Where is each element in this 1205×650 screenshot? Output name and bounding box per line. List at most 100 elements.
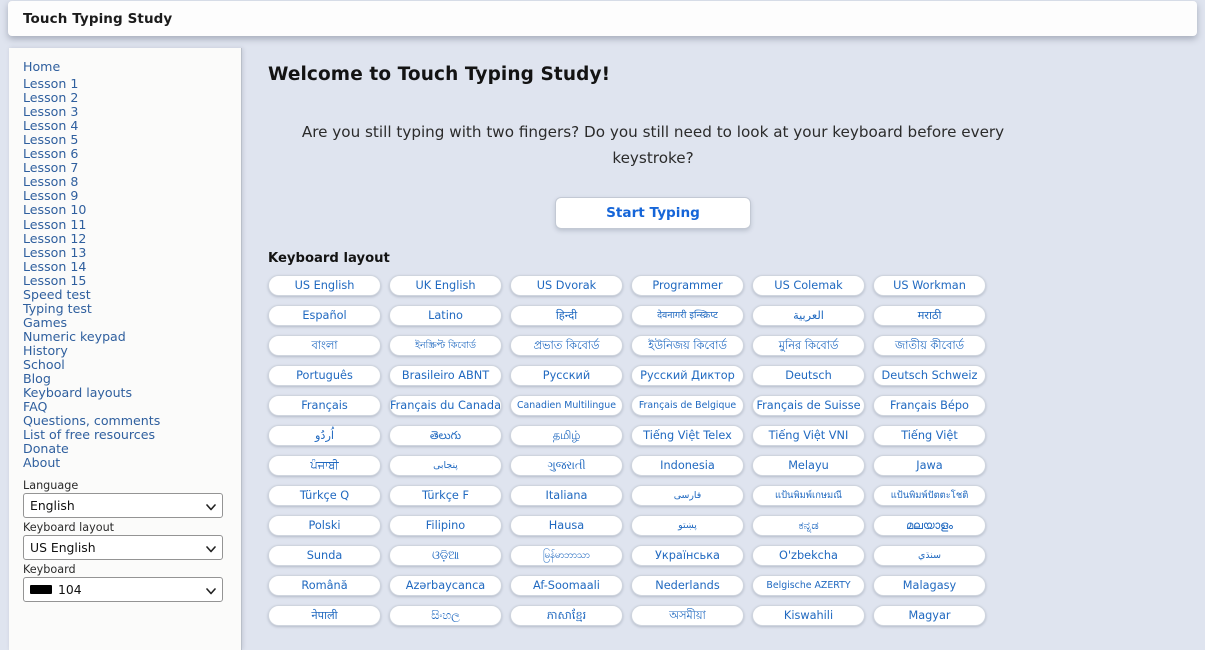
keyboard-layout-button[interactable]: සිංහල <box>389 605 502 626</box>
sidebar-item-lesson-6[interactable]: Lesson 6 <box>23 147 241 161</box>
keyboard-layout-button[interactable]: Italiana <box>510 485 623 506</box>
sidebar-item-speed-test[interactable]: Speed test <box>23 287 241 302</box>
keyboard-layout-button[interactable]: हिन्दी <box>510 305 623 326</box>
sidebar-item-lesson-9[interactable]: Lesson 9 <box>23 189 241 203</box>
sidebar-item-typing-test[interactable]: Typing test <box>23 301 241 316</box>
sidebar-item-questions-comments[interactable]: Questions, comments <box>23 414 241 428</box>
keyboard-layout-button[interactable]: แป้นพิมพ์ปัตตะโชติ <box>873 485 986 506</box>
keyboard-layout-button[interactable]: US Workman <box>873 275 986 296</box>
keyboard-layout-button[interactable]: ਪੰਜਾਬੀ <box>268 455 381 476</box>
sidebar-item-home[interactable]: Home <box>23 59 241 74</box>
sidebar-item-lesson-12[interactable]: Lesson 12 <box>23 231 241 246</box>
keyboard-layout-button[interactable]: ইনস্ক্রিপ্ট কিবোর্ড <box>389 335 502 356</box>
keyboard-layout-button[interactable]: پښتو <box>631 515 744 536</box>
keyboard-layout-button[interactable]: Af-Soomaali <box>510 575 623 596</box>
keyboard-layout-button[interactable]: Română <box>268 575 381 596</box>
keyboard-layout-button[interactable]: Deutsch Schweiz <box>873 365 986 386</box>
keyboard-layout-button[interactable]: প্রভাত কিবোর্ড <box>510 335 623 356</box>
keyboard-layout-button[interactable]: Français de Belgique <box>631 395 744 416</box>
keyboard-layout-button[interactable]: नेपाली <box>268 605 381 626</box>
keyboard-layout-button[interactable]: Azərbaycanca <box>389 575 502 596</box>
keyboard-layout-button[interactable]: Deutsch <box>752 365 865 386</box>
keyboard-layout-button[interactable]: Tiếng Việt Telex <box>631 425 744 446</box>
keyboard-layout-button[interactable]: اُردُو <box>268 425 381 446</box>
keyboard-layout-button[interactable]: Belgische AZERTY <box>752 575 865 596</box>
keyboard-layout-button[interactable]: മലയാളം <box>873 515 986 536</box>
keyboard-layout-button[interactable]: Malagasy <box>873 575 986 596</box>
language-select[interactable]: English <box>23 493 223 519</box>
sidebar-item-lesson-1[interactable]: Lesson 1 <box>23 76 241 91</box>
keyboard-layout-button[interactable]: Español <box>268 305 381 326</box>
keyboard-layout-button[interactable]: پنجابی <box>389 455 502 476</box>
keyboard-layout-button[interactable]: Français de Suisse <box>752 395 865 416</box>
keyboard-layout-button[interactable]: తెలుగు <box>389 425 502 446</box>
keyboard-layout-button[interactable]: Tiếng Việt <box>873 425 986 446</box>
keyboard-layout-button[interactable]: Melayu <box>752 455 865 476</box>
keyboard-layout-button[interactable]: Latino <box>389 305 502 326</box>
start-typing-button[interactable]: Start Typing <box>555 197 751 229</box>
keyboard-layout-button[interactable]: Українська <box>631 545 744 566</box>
keyboard-layout-button[interactable]: O'zbekcha <box>752 545 865 566</box>
keyboard-layout-button[interactable]: فارسی <box>631 485 744 506</box>
keyboard-layout-button[interactable]: Français Bépo <box>873 395 986 416</box>
keyboard-layout-button[interactable]: Türkçe F <box>389 485 502 506</box>
keyboard-layout-button[interactable]: ગુજરાતી <box>510 455 623 476</box>
keyboard-layout-button[interactable]: US English <box>268 275 381 296</box>
keyboard-layout-button[interactable]: ភាសាខ្មែរ <box>510 605 623 626</box>
sidebar-item-keyboard-layouts[interactable]: Keyboard layouts <box>23 386 241 400</box>
keyboard-layout-button[interactable]: Português <box>268 365 381 386</box>
keyboard-layout-button[interactable]: Français du Canada <box>389 395 502 416</box>
sidebar-item-faq[interactable]: FAQ <box>23 400 241 414</box>
sidebar-item-games[interactable]: Games <box>23 315 241 330</box>
keyboard-layout-button[interactable]: मराठी <box>873 305 986 326</box>
keyboard-layout-button[interactable]: देवनागरी इन्स्क्रिप्ट <box>631 305 744 326</box>
keyboard-layout-button[interactable]: ಕನ್ನಡ <box>752 515 865 536</box>
keyboard-layout-button[interactable]: မြန်မာဘာသာ <box>510 545 623 566</box>
sidebar-item-lesson-2[interactable]: Lesson 2 <box>23 91 241 105</box>
keyboard-layout-button[interactable]: Français <box>268 395 381 416</box>
sidebar-item-blog[interactable]: Blog <box>23 371 241 386</box>
keyboard-layout-button[interactable]: বাংলা <box>268 335 381 356</box>
keyboard-layout-select[interactable]: US English <box>23 535 223 561</box>
sidebar-item-donate[interactable]: Donate <box>23 442 241 456</box>
keyboard-layout-button[interactable]: Programmer <box>631 275 744 296</box>
keyboard-layout-button[interactable]: தமிழ் <box>510 425 623 446</box>
sidebar-item-lesson-7[interactable]: Lesson 7 <box>23 161 241 175</box>
sidebar-item-lesson-11[interactable]: Lesson 11 <box>23 217 241 232</box>
keyboard-layout-button[interactable]: Jawa <box>873 455 986 476</box>
sidebar-item-history[interactable]: History <box>23 343 241 358</box>
sidebar-item-lesson-5[interactable]: Lesson 5 <box>23 133 241 147</box>
keyboard-layout-button[interactable]: মুনির কিবোর্ড <box>752 335 865 356</box>
sidebar-item-numeric-keypad[interactable]: Numeric keypad <box>23 329 241 344</box>
keyboard-layout-button[interactable]: অসমীয়া <box>631 605 744 626</box>
keyboard-layout-button[interactable]: Nederlands <box>631 575 744 596</box>
sidebar-item-lesson-8[interactable]: Lesson 8 <box>23 175 241 189</box>
sidebar-item-lesson-13[interactable]: Lesson 13 <box>23 245 241 260</box>
keyboard-layout-button[interactable]: ଓଡ଼ିଆ <box>389 545 502 566</box>
sidebar-item-lesson-14[interactable]: Lesson 14 <box>23 259 241 274</box>
keyboard-layout-button[interactable]: Canadien Multilingue <box>510 395 623 416</box>
keyboard-layout-button[interactable]: Filipino <box>389 515 502 536</box>
sidebar-item-about[interactable]: About <box>23 456 241 470</box>
keyboard-layout-button[interactable]: US Dvorak <box>510 275 623 296</box>
keyboard-layout-button[interactable]: Türkçe Q <box>268 485 381 506</box>
keyboard-layout-button[interactable]: UK English <box>389 275 502 296</box>
sidebar-item-list-of-free-resources[interactable]: List of free resources <box>23 428 241 442</box>
keyboard-layout-button[interactable]: US Colemak <box>752 275 865 296</box>
keyboard-layout-button[interactable]: Sunda <box>268 545 381 566</box>
keyboard-layout-button[interactable]: Magyar <box>873 605 986 626</box>
keyboard-layout-button[interactable]: ইউনিজয় কিবোর্ড <box>631 335 744 356</box>
keyboard-layout-button[interactable]: Polski <box>268 515 381 536</box>
keyboard-layout-button[interactable]: Русский <box>510 365 623 386</box>
sidebar-item-lesson-10[interactable]: Lesson 10 <box>23 203 241 217</box>
keyboard-layout-button[interactable]: سنڌي <box>873 545 986 566</box>
keyboard-layout-button[interactable]: แป้นพิมพ์เกษมณี <box>752 485 865 506</box>
sidebar-item-lesson-4[interactable]: Lesson 4 <box>23 119 241 133</box>
sidebar-item-school[interactable]: School <box>23 357 241 372</box>
keyboard-layout-button[interactable]: Tiếng Việt VNI <box>752 425 865 446</box>
keyboard-layout-button[interactable]: Indonesia <box>631 455 744 476</box>
keyboard-layout-button[interactable]: Brasileiro ABNT <box>389 365 502 386</box>
keyboard-layout-button[interactable]: Русский Диктор <box>631 365 744 386</box>
keyboard-layout-button[interactable]: Kiswahili <box>752 605 865 626</box>
sidebar-item-lesson-15[interactable]: Lesson 15 <box>23 273 241 288</box>
